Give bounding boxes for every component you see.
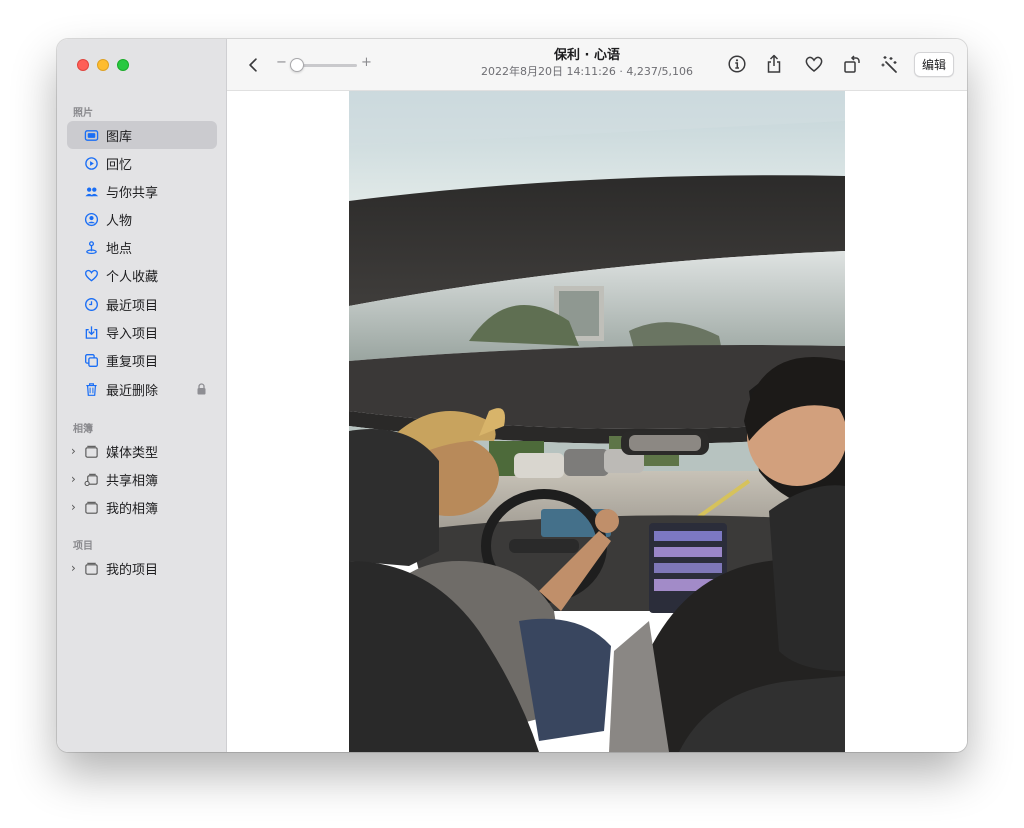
- favorite-button[interactable]: [803, 53, 825, 75]
- window-controls: [77, 59, 129, 71]
- clock-icon: [83, 296, 99, 312]
- info-icon: [728, 55, 746, 73]
- photo-title: 保利 · 心语: [554, 48, 620, 63]
- trash-icon: [83, 381, 99, 397]
- sidebar-item-label: 个人收藏: [106, 269, 159, 285]
- chevron-right-icon[interactable]: ›: [71, 444, 81, 458]
- import-icon: [83, 324, 99, 340]
- sidebar-item-shared-albums[interactable]: › 共享相簿: [67, 465, 217, 493]
- sidebar-item-label: 我的相簿: [106, 501, 159, 517]
- sidebar-item-label: 最近删除: [106, 383, 159, 399]
- lock-icon: [197, 383, 206, 395]
- sidebar-item-duplicates[interactable]: 重复项目: [67, 346, 217, 374]
- shared-album-icon: [83, 471, 99, 487]
- back-button[interactable]: [243, 54, 263, 76]
- section-header-photos: 照片: [73, 108, 93, 119]
- sidebar-item-label: 重复项目: [106, 354, 159, 370]
- share-button[interactable]: [763, 53, 785, 75]
- sidebar-item-label: 与你共享: [106, 185, 159, 201]
- folder-icon: [83, 560, 99, 576]
- sidebar-item-memories[interactable]: 回忆: [67, 149, 217, 177]
- section-header-albums: 相簿: [73, 424, 93, 435]
- memories-icon: [83, 155, 99, 171]
- sidebar-item-favorites[interactable]: 个人收藏: [67, 261, 217, 289]
- sidebar-item-label: 我的项目: [106, 562, 159, 578]
- sidebar-item-recents[interactable]: 最近项目: [67, 290, 217, 318]
- photo-viewer: [227, 91, 967, 752]
- chevron-right-icon[interactable]: ›: [71, 561, 81, 575]
- photo-image: [349, 91, 845, 752]
- auto-enhance-icon: [881, 56, 897, 73]
- photo-title-block: 保利 · 心语 2022年8月20日 14:11:26 · 4,237/5,10…: [472, 47, 702, 79]
- sidebar-item-label: 共享相簿: [106, 473, 159, 489]
- auto-enhance-button[interactable]: [879, 53, 901, 75]
- zoom-slider-knob[interactable]: [290, 58, 304, 72]
- sidebar-item-label: 媒体类型: [106, 445, 159, 461]
- rotate-icon: [844, 55, 860, 73]
- sidebar-item-label: 人物: [106, 213, 133, 229]
- minimize-window-button[interactable]: [97, 59, 109, 71]
- rotate-button[interactable]: [841, 53, 863, 75]
- zoom-in-label: +: [361, 55, 372, 70]
- sidebar: 照片 图库 回忆 与你共享 人物 地点 个人收藏 最近项目 导入项目 重复项目 …: [57, 39, 227, 752]
- section-header-projects: 项目: [73, 541, 93, 552]
- photo-subtitle: 2022年8月20日 14:11:26 · 4,237/5,106: [480, 65, 694, 78]
- chevron-right-icon[interactable]: ›: [71, 500, 81, 514]
- sidebar-item-imports[interactable]: 导入项目: [67, 318, 217, 346]
- people-icon: [83, 211, 99, 227]
- photo-library-icon: [83, 127, 99, 143]
- sidebar-item-places[interactable]: 地点: [67, 233, 217, 261]
- sidebar-item-label: 回忆: [106, 157, 133, 173]
- duplicates-icon: [83, 352, 99, 368]
- sidebar-item-recently-deleted[interactable]: 最近删除: [67, 375, 217, 403]
- sidebar-item-media-types[interactable]: › 媒体类型: [67, 437, 217, 465]
- edit-button[interactable]: 编辑: [914, 52, 954, 77]
- sidebar-item-library[interactable]: 图库: [67, 121, 217, 149]
- zoom-window-button[interactable]: [117, 59, 129, 71]
- sidebar-item-shared-with-you[interactable]: 与你共享: [67, 177, 217, 205]
- sidebar-item-label: 最近项目: [106, 298, 159, 314]
- heart-icon: [83, 267, 99, 283]
- heart-icon: [805, 56, 823, 72]
- share-icon: [767, 54, 781, 73]
- sidebar-item-label: 导入项目: [106, 326, 159, 342]
- sidebar-item-label: 地点: [106, 241, 133, 257]
- car-interior-photo[interactable]: [349, 91, 845, 752]
- info-button[interactable]: [726, 53, 748, 75]
- folder-icon: [83, 499, 99, 515]
- folder-icon: [83, 443, 99, 459]
- toolbar: − + 保利 · 心语 2022年8月20日 14:11:26 · 4,237/…: [227, 39, 967, 91]
- sidebar-item-people[interactable]: 人物: [67, 205, 217, 233]
- shared-with-you-icon: [83, 183, 99, 199]
- photos-window: 照片 图库 回忆 与你共享 人物 地点 个人收藏 最近项目 导入项目 重复项目 …: [57, 39, 967, 752]
- zoom-out-label: −: [276, 55, 287, 70]
- chevron-right-icon[interactable]: ›: [71, 472, 81, 486]
- sidebar-item-label: 图库: [106, 129, 133, 145]
- sidebar-item-my-albums[interactable]: › 我的相簿: [67, 493, 217, 521]
- places-icon: [83, 239, 99, 255]
- sidebar-item-my-projects[interactable]: › 我的项目: [67, 554, 217, 582]
- close-window-button[interactable]: [77, 59, 89, 71]
- chevron-left-icon: [249, 58, 257, 72]
